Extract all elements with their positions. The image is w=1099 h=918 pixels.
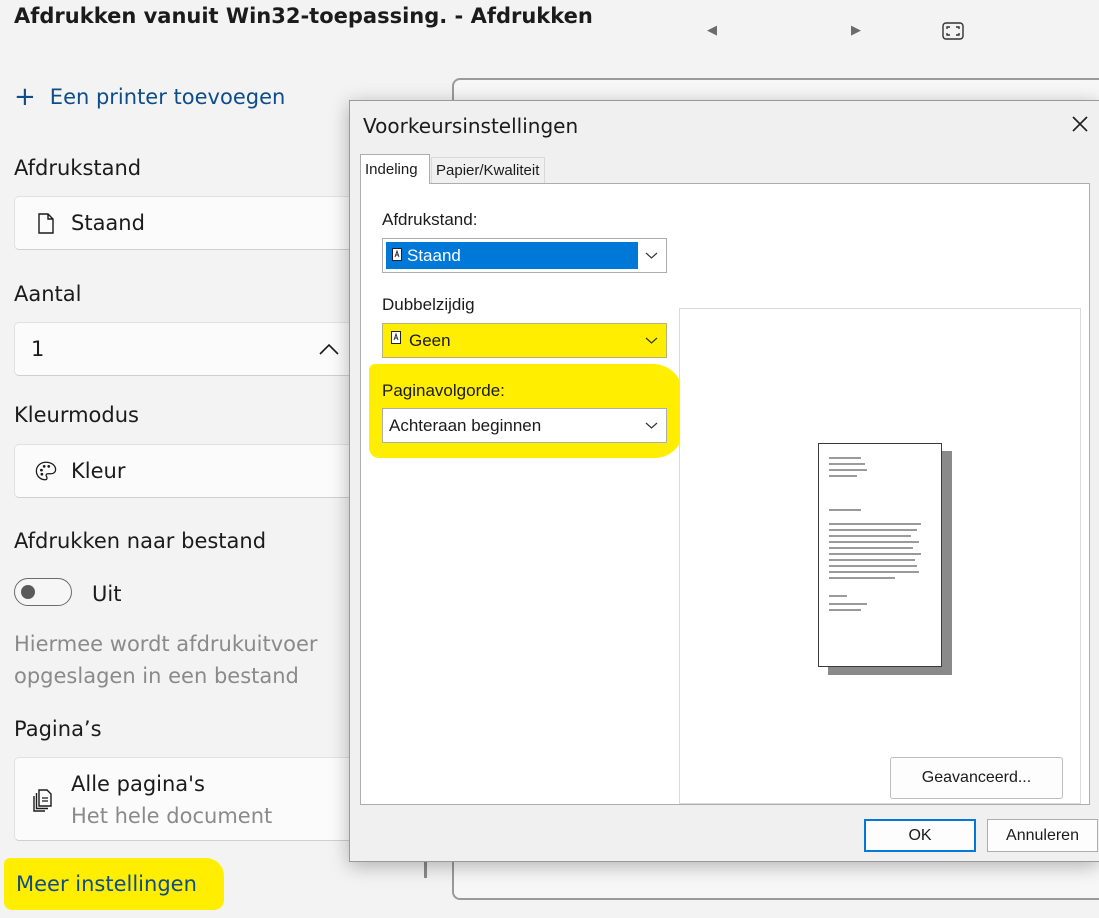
chevron-up-icon[interactable] — [318, 342, 340, 356]
previous-page-icon[interactable]: ◀ — [707, 23, 717, 38]
page-order-field-label: Paginavolgorde: — [382, 381, 505, 400]
cancel-button[interactable]: Annuleren — [987, 819, 1098, 852]
portrait-page-icon — [392, 248, 402, 261]
layout-preview — [679, 308, 1081, 804]
print-to-file-state: Uit — [92, 582, 122, 606]
duplex-field-label: Dubbelzijdig — [382, 295, 475, 314]
duplex-combo-value: Geen — [409, 330, 451, 350]
color-mode-label: Kleurmodus — [14, 403, 139, 427]
more-settings-link[interactable]: Meer instellingen — [16, 872, 197, 896]
color-mode-select[interactable]: Kleur — [14, 444, 359, 498]
palette-icon — [35, 460, 57, 482]
add-printer-link[interactable]: + Een printer toevoegen — [14, 84, 285, 110]
close-icon[interactable] — [1069, 113, 1091, 135]
ok-button[interactable]: OK — [864, 819, 976, 852]
orientation-combo[interactable]: Staand — [382, 238, 667, 273]
copies-stepper[interactable]: 1 — [14, 322, 359, 376]
orientation-selection: Staand — [386, 242, 638, 269]
pages-stack-icon — [33, 789, 52, 812]
copies-value: 1 — [31, 337, 45, 361]
duplex-combo[interactable]: Geen — [382, 323, 667, 358]
pages-subtext: Het hele document — [71, 804, 273, 828]
fit-to-window-icon[interactable] — [942, 22, 964, 40]
preferences-dialog: Voorkeursinstellingen Indeling Papier/Kw… — [349, 100, 1099, 862]
copies-label: Aantal — [14, 282, 82, 306]
pages-value: Alle pagina's — [71, 772, 205, 796]
orientation-label: Afdrukstand — [14, 156, 142, 180]
chevron-down-icon — [645, 422, 658, 429]
page-order-combo[interactable]: Achteraan beginnen — [382, 408, 667, 443]
chevron-down-icon — [645, 252, 658, 259]
orientation-value: Staand — [71, 211, 145, 235]
scrollbar-thumb[interactable] — [424, 860, 427, 878]
orientation-field-label: Afdrukstand: — [382, 210, 478, 229]
layout-tab-panel: Afdrukstand: Staand Dubbelzijdig Geen Pa… — [360, 183, 1090, 805]
pages-select[interactable]: Alle pagina's Het hele document — [14, 757, 359, 841]
window-title: Afdrukken vanuit Win32-toepassing. - Afd… — [14, 4, 593, 28]
orientation-combo-value: Staand — [407, 245, 461, 265]
dialog-title: Voorkeursinstellingen — [363, 114, 579, 138]
print-to-file-description: Hiermee wordt afdrukuitvoer opgeslagen i… — [14, 632, 318, 688]
single-sided-page-icon — [391, 331, 401, 344]
next-page-icon[interactable]: ▶ — [851, 23, 861, 38]
print-to-file-toggle[interactable] — [14, 578, 72, 606]
advanced-button[interactable]: Geavanceerd... — [890, 757, 1063, 799]
tab-paper-quality[interactable]: Papier/Kwaliteit — [431, 157, 545, 183]
page-preview-thumbnail — [818, 443, 942, 667]
page-order-combo-value: Achteraan beginnen — [389, 415, 542, 435]
plus-icon: + — [14, 82, 36, 112]
orientation-select[interactable]: Staand — [14, 196, 359, 250]
add-printer-label: Een printer toevoegen — [49, 85, 286, 109]
chevron-down-icon — [645, 337, 658, 344]
tab-indeling[interactable]: Indeling — [360, 154, 430, 184]
print-to-file-label: Afdrukken naar bestand — [14, 529, 267, 553]
pages-label: Pagina’s — [14, 717, 102, 741]
document-icon — [35, 212, 57, 234]
toggle-knob — [21, 585, 35, 599]
color-mode-value: Kleur — [71, 459, 126, 483]
